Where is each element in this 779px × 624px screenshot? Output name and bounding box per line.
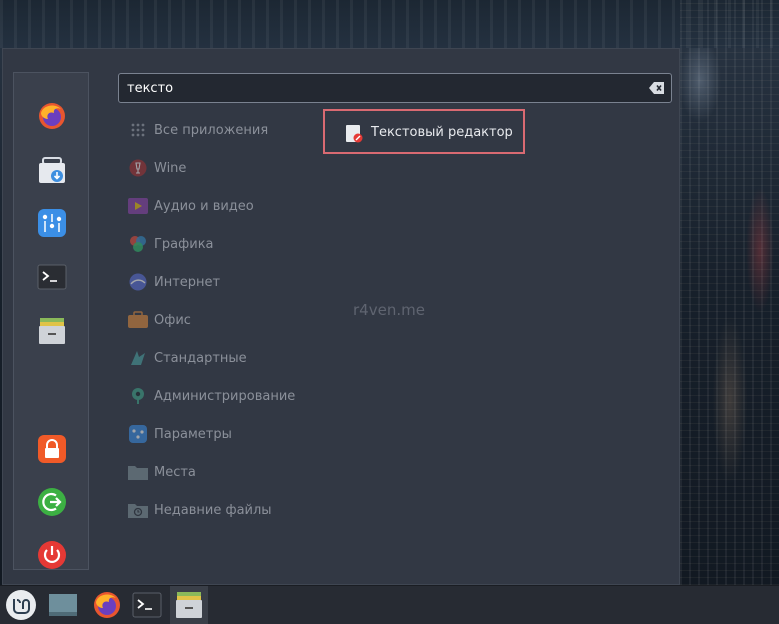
lock-icon — [38, 435, 66, 463]
category-label: Параметры — [154, 426, 232, 442]
logout-icon — [38, 488, 66, 516]
terminal-icon — [132, 592, 162, 618]
category-label: Все приложения — [154, 122, 269, 138]
category-multimedia[interactable]: Аудио и видео — [128, 193, 308, 219]
category-label: Аудио и видео — [154, 198, 254, 214]
favorite-files[interactable] — [34, 313, 70, 349]
favorite-firefox[interactable] — [34, 98, 70, 134]
search-box — [118, 73, 672, 103]
favorite-power[interactable] — [34, 537, 70, 573]
folder-icon — [128, 462, 148, 482]
category-label: Места — [154, 464, 196, 480]
category-label: Администрирование — [154, 388, 296, 404]
category-label: Офис — [154, 312, 191, 328]
category-label: Стандартные — [154, 350, 247, 366]
accessories-icon — [128, 348, 148, 368]
category-internet[interactable]: Интернет — [128, 269, 308, 295]
category-label: Недавние файлы — [154, 502, 272, 518]
category-preferences[interactable]: Параметры — [128, 421, 308, 447]
preferences-icon — [128, 424, 148, 444]
category-all-applications[interactable]: Все приложения — [128, 117, 308, 143]
clear-search-icon[interactable] — [649, 81, 665, 95]
category-label: Wine — [154, 160, 187, 176]
wine-icon — [128, 158, 148, 178]
search-input[interactable] — [127, 74, 637, 102]
files-icon — [176, 592, 202, 618]
taskbar-firefox-button[interactable] — [88, 586, 126, 624]
category-administration[interactable]: Администрирование — [128, 383, 308, 409]
favorite-lock-screen[interactable] — [34, 431, 70, 467]
wallpaper-city-lights — [680, 0, 779, 585]
category-graphics[interactable]: Графика — [128, 231, 308, 257]
taskbar-files-button[interactable] — [170, 586, 208, 624]
grid-icon — [128, 120, 148, 140]
recent-files-icon — [128, 500, 148, 520]
favorite-settings[interactable] — [34, 205, 70, 241]
category-places[interactable]: Места — [128, 459, 308, 485]
taskbar — [0, 585, 779, 624]
application-menu: Все приложения Wine Аудио и видео График… — [2, 48, 680, 585]
favorite-logout[interactable] — [34, 484, 70, 520]
administration-icon — [128, 386, 148, 406]
terminal-icon — [37, 264, 67, 290]
files-icon — [39, 318, 65, 344]
multimedia-icon — [128, 196, 148, 216]
graphics-icon — [128, 234, 148, 254]
watermark-text: r4ven.me — [353, 301, 425, 319]
favorite-terminal[interactable] — [34, 259, 70, 295]
favorites-panel — [13, 72, 89, 570]
search-result-label: Текстовый редактор — [371, 125, 513, 140]
taskbar-terminal-button[interactable] — [128, 586, 166, 624]
show-desktop-icon — [49, 594, 77, 616]
category-accessories[interactable]: Стандартные — [128, 345, 308, 371]
category-recent-files[interactable]: Недавние файлы — [128, 497, 308, 523]
firefox-icon — [39, 103, 65, 129]
favorite-software-manager[interactable] — [34, 152, 70, 188]
office-icon — [128, 310, 148, 330]
internet-icon — [128, 272, 148, 292]
software-manager-icon — [39, 157, 65, 183]
firefox-icon — [94, 592, 120, 618]
settings-icon — [38, 209, 66, 237]
wallpaper-buildings-top — [0, 0, 779, 48]
taskbar-mint-menu-button[interactable] — [2, 586, 40, 624]
category-label: Графика — [154, 236, 214, 252]
category-label: Интернет — [154, 274, 221, 290]
category-wine[interactable]: Wine — [128, 155, 308, 181]
text-editor-icon — [346, 125, 363, 143]
category-office[interactable]: Офис — [128, 307, 308, 333]
taskbar-show-desktop-button[interactable] — [44, 586, 82, 624]
search-result-text-editor[interactable]: Текстовый редактор — [323, 109, 525, 154]
mint-menu-icon — [6, 590, 36, 620]
power-icon — [38, 541, 66, 569]
